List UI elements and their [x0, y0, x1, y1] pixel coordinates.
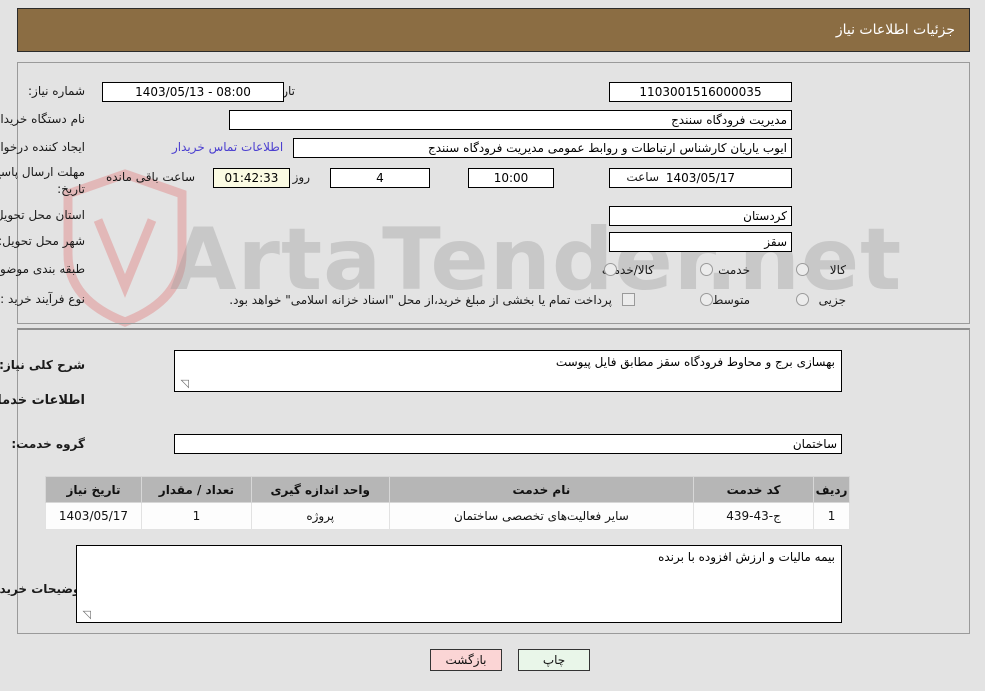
page-root: ArtaTender.net جزئیات اطلاعات نیاز شماره…: [0, 0, 985, 691]
buyer-org-label: نام دستگاه خریدار:: [0, 112, 85, 126]
cell-row-no: 1: [813, 502, 850, 530]
category-radio-khedmat[interactable]: [700, 263, 713, 276]
deadline-hour-field[interactable]: 10:00: [468, 168, 554, 188]
deadline-hour-label: ساعت: [626, 170, 659, 184]
deadline-label-line1: مهلت ارسال پاسخ: تا: [0, 165, 85, 179]
treasury-bonds-checkbox[interactable]: [622, 293, 635, 306]
request-creator-label: ایجاد کننده درخواست:: [0, 140, 85, 154]
buyer-notes-textarea[interactable]: بیمه مالیات و ارزش افزوده با برنده ◹: [76, 545, 842, 623]
process-radio-motevaset[interactable]: [700, 293, 713, 306]
services-table: ردیف کد خدمت نام خدمت واحد اندازه گیری ت…: [45, 476, 850, 530]
col-row-no: ردیف: [813, 476, 850, 503]
back-button[interactable]: بازگشت: [430, 649, 502, 671]
summary-label: شرح کلی نیاز:: [0, 358, 85, 372]
process-radio-jozei[interactable]: [796, 293, 809, 306]
process-label: نوع فرآیند خرید :: [0, 292, 85, 306]
col-service-code: کد خدمت: [693, 476, 815, 503]
services-heading: اطلاعات خدمات مورد نیاز: [0, 393, 85, 408]
page-header-bar: جزئیات اطلاعات نیاز: [17, 8, 970, 52]
category-radio-kala[interactable]: [796, 263, 809, 276]
buyer-org-field[interactable]: مدیریت فرودگاه سنندج: [229, 110, 792, 130]
process-option-label-1: متوسط: [712, 293, 750, 307]
buyer-notes-text: بیمه مالیات و ارزش افزوده با برنده: [658, 550, 835, 564]
category-option-label-0: کالا: [829, 263, 846, 277]
cell-service-name: سایر فعالیت‌های تخصصی ساختمان: [388, 502, 695, 530]
page-title: جزئیات اطلاعات نیاز: [835, 22, 955, 38]
deadline-label-line2: تاریخ:: [57, 182, 85, 196]
table-row[interactable]: 1 ج-43-439 سایر فعالیت‌های تخصصی ساختمان…: [45, 502, 850, 530]
resize-grip-icon[interactable]: ◹: [177, 378, 189, 390]
province-field[interactable]: کردستان: [609, 206, 792, 226]
need-number-field[interactable]: 1103001516000035: [609, 82, 792, 102]
city-label: شهر محل تحویل:: [0, 234, 85, 248]
col-unit: واحد اندازه گیری: [250, 476, 390, 503]
col-service-name: نام خدمت: [388, 476, 695, 503]
service-group-field[interactable]: ساختمان: [174, 434, 842, 454]
treasury-bonds-label: پرداخت تمام یا بخشی از مبلغ خرید،از محل …: [229, 293, 612, 307]
remaining-time-label: ساعت باقی مانده: [105, 170, 195, 184]
summary-text: بهسازی برج و محاوط فرودگاه سقز مطابق فای…: [555, 355, 835, 369]
buyer-contact-link[interactable]: اطلاعات تماس خریدار: [172, 140, 283, 154]
category-radio-kala-khedmat[interactable]: [604, 263, 617, 276]
buyer-notes-label: توضیحات خریدار:: [0, 582, 85, 596]
cell-need-date: 1403/05/17: [45, 502, 142, 530]
request-creator-field[interactable]: ایوب یاریان کارشناس ارتباطات و روابط عمو…: [293, 138, 792, 158]
category-label: طبقه بندی موضوعی:: [0, 262, 85, 276]
col-quantity: تعداد / مقدار: [141, 476, 252, 503]
city-field[interactable]: سقز: [609, 232, 792, 252]
service-group-label: گروه خدمت:: [11, 437, 85, 451]
cell-quantity: 1: [141, 502, 252, 530]
remaining-time-countdown: 01:42:33: [213, 168, 290, 188]
process-option-label-0: جزیی: [818, 293, 846, 307]
cell-service-code: ج-43-439: [693, 502, 815, 530]
print-button[interactable]: چاپ: [518, 649, 590, 671]
need-number-label: شماره نیاز:: [28, 84, 85, 98]
province-label: استان محل تحویل:: [0, 208, 85, 222]
announce-datetime-field[interactable]: 08:00 - 1403/05/13: [102, 82, 284, 102]
resize-grip-icon[interactable]: ◹: [79, 609, 91, 621]
table-header-row: ردیف کد خدمت نام خدمت واحد اندازه گیری ت…: [45, 476, 850, 503]
summary-textarea[interactable]: بهسازی برج و محاوط فرودگاه سقز مطابق فای…: [174, 350, 842, 392]
cell-unit: پروژه: [250, 502, 390, 530]
remaining-days-field[interactable]: 4: [330, 168, 430, 188]
category-option-label-1: خدمت: [718, 263, 750, 277]
col-need-date: تاریخ نیاز: [45, 476, 142, 503]
